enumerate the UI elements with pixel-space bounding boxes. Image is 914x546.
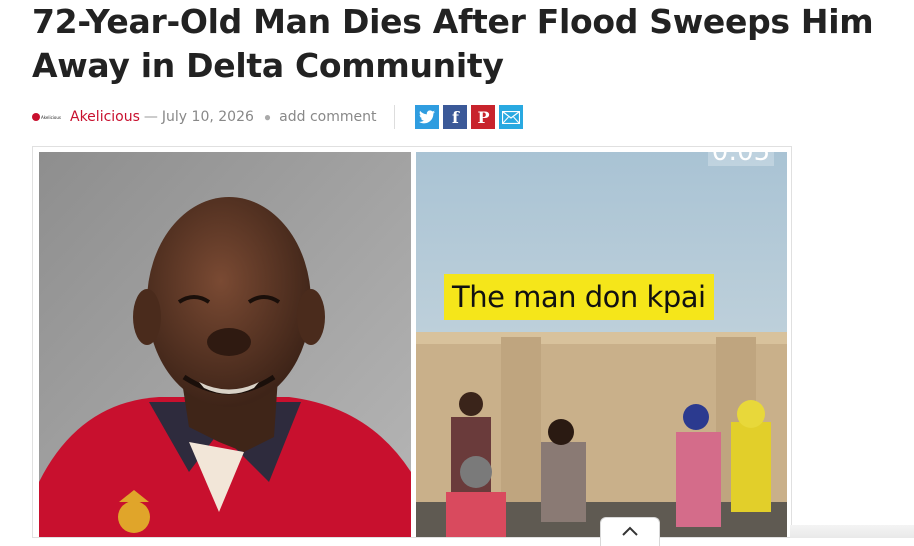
meta-divider (394, 105, 396, 129)
share-email-button[interactable] (499, 105, 524, 129)
chevron-up-icon (622, 526, 638, 536)
video-scene-illustration (416, 152, 787, 537)
envelope-icon (502, 110, 521, 124)
pinterest-p-icon: P (477, 107, 490, 127)
scroll-to-top-button[interactable] (600, 517, 660, 546)
portrait-illustration (39, 152, 411, 537)
article-meta: Akelicious Akelicious — July 10, 2026 ● … (32, 104, 527, 130)
share-pinterest-button[interactable]: P (471, 105, 496, 129)
video-still[interactable]: 0:05 The man don kpai (416, 152, 787, 537)
video-timer: 0:05 (708, 152, 774, 167)
bullet-separator-icon: ● (263, 110, 272, 124)
video-caption: The man don kpai (444, 274, 714, 320)
publish-date: July 10, 2026 (161, 109, 254, 125)
facebook-f-icon: f (452, 107, 459, 127)
add-comment-link[interactable]: add comment (279, 109, 376, 125)
author-logo[interactable]: Akelicious (32, 112, 64, 122)
video-caption-text: The man don kpai (452, 280, 706, 314)
author-link[interactable]: Akelicious (70, 109, 140, 125)
article-featured-image[interactable]: 0:05 The man don kpai (32, 146, 792, 538)
share-facebook-button[interactable]: f (443, 105, 468, 129)
footer-shadow (790, 525, 914, 538)
author-logo-text: Akelicious (41, 114, 61, 120)
portrait-photo (39, 152, 411, 537)
date-separator: — (143, 109, 158, 125)
twitter-bird-icon (419, 110, 436, 124)
article-title: 72-Year-Old Man Dies After Flood Sweeps … (32, 2, 874, 85)
share-twitter-button[interactable] (415, 105, 440, 129)
logo-mark-icon (32, 113, 40, 121)
